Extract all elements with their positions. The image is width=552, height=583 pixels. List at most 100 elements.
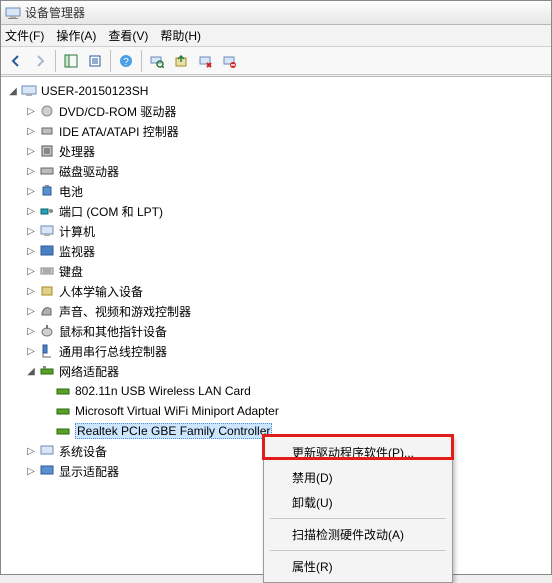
tree-category-label: 系统设备: [59, 443, 107, 460]
expander-icon[interactable]: ▷: [25, 445, 37, 457]
tree-category-label: DVD/CD-ROM 驱动器: [59, 103, 176, 120]
toolbar-separator: [110, 50, 111, 72]
menu-view[interactable]: 查看(V): [108, 27, 148, 44]
tree-category[interactable]: ▷ 端口 (COM 和 LPT): [1, 201, 551, 221]
ctx-uninstall[interactable]: 卸载(U): [266, 490, 450, 515]
system-icon: [39, 443, 55, 459]
expander-icon[interactable]: ▷: [25, 185, 37, 197]
tree-category-label: 电池: [59, 183, 83, 200]
network-icon: [39, 363, 55, 379]
display-icon: [39, 463, 55, 479]
tree-category-label: 鼠标和其他指针设备: [59, 323, 167, 340]
tree-category-label: 磁盘驱动器: [59, 163, 119, 180]
tree-leaf[interactable]: Microsoft Virtual WiFi Miniport Adapter: [1, 401, 551, 421]
network-adapter-icon: [55, 403, 71, 419]
tree-category-label: 显示适配器: [59, 463, 119, 480]
tree-root[interactable]: ◢ USER-20150123SH: [1, 81, 551, 101]
device-category-icon: [39, 163, 55, 179]
device-category-icon: [39, 103, 55, 119]
device-category-icon: [39, 123, 55, 139]
help-button[interactable]: ?: [115, 50, 137, 72]
menu-action[interactable]: 操作(A): [56, 27, 96, 44]
expander-icon[interactable]: ◢: [7, 85, 19, 97]
tree-category[interactable]: ▷ 监视器: [1, 241, 551, 261]
device-category-icon: [39, 323, 55, 339]
device-category-icon: [39, 143, 55, 159]
ctx-separator: [270, 550, 446, 551]
tree-leaf-label: Microsoft Virtual WiFi Miniport Adapter: [75, 404, 279, 418]
titlebar: 设备管理器: [1, 1, 551, 25]
expander-icon[interactable]: ▷: [25, 265, 37, 277]
show-hide-tree-button[interactable]: [60, 50, 82, 72]
tree-category-label: 声音、视频和游戏控制器: [59, 303, 191, 320]
update-driver-button[interactable]: [170, 50, 192, 72]
expander-icon[interactable]: ▷: [25, 105, 37, 117]
tree-category-network[interactable]: ◢ 网络适配器: [1, 361, 551, 381]
network-adapter-icon: [55, 383, 71, 399]
ctx-properties[interactable]: 属性(R): [266, 554, 450, 579]
device-category-icon: [39, 283, 55, 299]
tree-category-label: 通用串行总线控制器: [59, 343, 167, 360]
expander-icon[interactable]: ▷: [25, 145, 37, 157]
uninstall-button[interactable]: [194, 50, 216, 72]
menu-help[interactable]: 帮助(H): [160, 27, 201, 44]
disable-button[interactable]: [218, 50, 240, 72]
expander-icon[interactable]: ▷: [25, 125, 37, 137]
toolbar: ?: [1, 47, 551, 75]
tree-category-label: 键盘: [59, 263, 83, 280]
tree-leaf-label: Realtek PCIe GBE Family Controller: [75, 423, 272, 439]
tree-root-label: USER-20150123SH: [41, 84, 148, 98]
expander-icon[interactable]: ▷: [25, 325, 37, 337]
window-title: 设备管理器: [25, 4, 85, 21]
tree-category[interactable]: ▷ 人体学输入设备: [1, 281, 551, 301]
properties-button[interactable]: [84, 50, 106, 72]
ctx-update-driver[interactable]: 更新驱动程序软件(P)...: [266, 440, 450, 465]
expander-icon[interactable]: ▷: [25, 245, 37, 257]
tree-category[interactable]: ▷ 声音、视频和游戏控制器: [1, 301, 551, 321]
expander-icon[interactable]: ▷: [25, 165, 37, 177]
tree-category[interactable]: ▷ 磁盘驱动器: [1, 161, 551, 181]
device-category-icon: [39, 263, 55, 279]
expander-icon[interactable]: ▷: [25, 285, 37, 297]
tree-category[interactable]: ▷ DVD/CD-ROM 驱动器: [1, 101, 551, 121]
back-button[interactable]: [5, 50, 27, 72]
tree-category[interactable]: ▷ 处理器: [1, 141, 551, 161]
device-category-icon: [39, 303, 55, 319]
tree-category[interactable]: ▷ 鼠标和其他指针设备: [1, 321, 551, 341]
tree-category[interactable]: ▷计算机: [1, 221, 551, 241]
expander-icon[interactable]: ▷: [25, 225, 37, 237]
expander-icon[interactable]: ▷: [25, 465, 37, 477]
tree-category[interactable]: ▷ IDE ATA/ATAPI 控制器: [1, 121, 551, 141]
device-category-icon: [39, 223, 55, 239]
tree-category-label: IDE ATA/ATAPI 控制器: [59, 123, 179, 140]
tree-category[interactable]: ▷ 电池: [1, 181, 551, 201]
tree-category-label: 网络适配器: [59, 363, 119, 380]
scan-hardware-button[interactable]: [146, 50, 168, 72]
tree-leaf-label: 802.11n USB Wireless LAN Card: [75, 384, 251, 398]
tree-category-label: 处理器: [59, 143, 95, 160]
tree-category-label: 人体学输入设备: [59, 283, 143, 300]
expander-icon[interactable]: ▷: [25, 205, 37, 217]
toolbar-separator: [55, 50, 56, 72]
ctx-scan-hardware[interactable]: 扫描检测硬件改动(A): [266, 522, 450, 547]
toolbar-separator: [141, 50, 142, 72]
tree-category-label: 端口 (COM 和 LPT): [59, 203, 163, 220]
tree-category[interactable]: ▷ 通用串行总线控制器: [1, 341, 551, 361]
ctx-separator: [270, 518, 446, 519]
device-category-icon: [39, 343, 55, 359]
expander-icon[interactable]: ▷: [25, 305, 37, 317]
app-icon: [5, 5, 21, 21]
computer-icon: [21, 83, 37, 99]
context-menu: 更新驱动程序软件(P)... 禁用(D) 卸载(U) 扫描检测硬件改动(A) 属…: [263, 436, 453, 583]
expander-icon[interactable]: ◢: [25, 365, 37, 377]
device-category-icon: [39, 183, 55, 199]
menu-file[interactable]: 文件(F): [5, 27, 44, 44]
tree-category[interactable]: ▷ 键盘: [1, 261, 551, 281]
tree-leaf[interactable]: 802.11n USB Wireless LAN Card: [1, 381, 551, 401]
expander-icon[interactable]: ▷: [25, 345, 37, 357]
network-adapter-icon: [55, 423, 71, 439]
ctx-disable[interactable]: 禁用(D): [266, 465, 450, 490]
forward-button[interactable]: [29, 50, 51, 72]
tree-category-label: 监视器: [59, 243, 95, 260]
svg-text:?: ?: [123, 57, 129, 68]
